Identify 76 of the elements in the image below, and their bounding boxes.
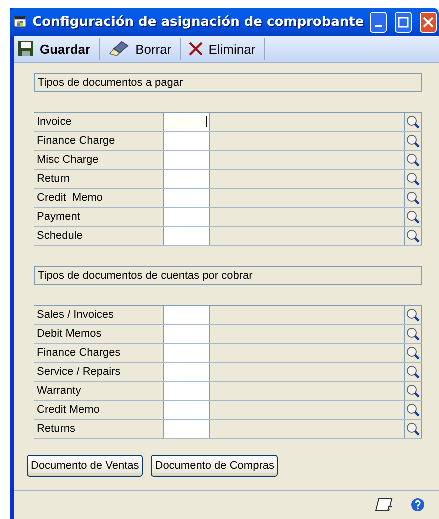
save-button[interactable]: Guardar xyxy=(16,38,100,60)
field-label: Misc Charge xyxy=(36,153,100,168)
search-icon xyxy=(406,172,420,186)
minimize-icon xyxy=(375,25,382,27)
input-field[interactable] xyxy=(163,113,210,131)
search-icon xyxy=(406,308,420,322)
lookup-button[interactable] xyxy=(405,208,422,226)
lookup-button[interactable] xyxy=(405,325,422,343)
window-title: Configuración de asignación de comprobante xyxy=(32,14,364,30)
search-icon xyxy=(406,228,420,244)
window-icon xyxy=(14,15,27,29)
search-icon xyxy=(406,190,420,206)
help-icon[interactable] xyxy=(411,498,425,512)
lookup-button[interactable] xyxy=(405,132,422,150)
field-label: Credit Memo xyxy=(36,403,101,418)
input-field[interactable] xyxy=(163,325,210,343)
input-field[interactable] xyxy=(163,170,210,188)
input-field[interactable] xyxy=(163,208,210,226)
text-cursor xyxy=(206,116,207,127)
search-icon xyxy=(406,422,420,436)
field-label: Finance Charge xyxy=(36,134,116,149)
delete-button[interactable]: Eliminar xyxy=(186,38,265,60)
search-icon xyxy=(406,402,420,418)
lookup-button[interactable] xyxy=(405,189,422,207)
lookup-button[interactable] xyxy=(405,151,422,169)
close-icon xyxy=(423,16,434,28)
field-label: Sales / Invoices xyxy=(36,308,116,323)
lookup-button[interactable] xyxy=(405,170,422,188)
field-label: Returns xyxy=(36,422,77,437)
input-field[interactable] xyxy=(163,189,210,207)
search-icon xyxy=(406,152,420,168)
search-icon xyxy=(406,114,420,130)
search-icon xyxy=(406,364,420,380)
maximize-icon xyxy=(398,16,410,28)
search-icon xyxy=(406,134,420,148)
field-label: Debit Memos xyxy=(36,327,103,342)
input-field[interactable] xyxy=(163,382,210,400)
field-label: Service / Repairs xyxy=(36,365,122,380)
lookup-button[interactable] xyxy=(405,382,422,400)
lookup-button[interactable] xyxy=(405,401,422,419)
field-label: Payment xyxy=(36,210,82,225)
search-icon xyxy=(406,384,420,398)
search-icon xyxy=(406,326,420,342)
field-label: Credit Memo xyxy=(36,191,104,206)
lookup-button[interactable] xyxy=(405,363,422,381)
input-field[interactable] xyxy=(163,151,210,169)
field-label: Warranty xyxy=(36,384,82,399)
document-button[interactable]: Documento de Compras xyxy=(151,455,278,477)
lookup-button[interactable] xyxy=(405,420,422,438)
lookup-button[interactable] xyxy=(405,227,422,245)
input-field[interactable] xyxy=(163,227,210,245)
eraser-icon xyxy=(108,41,130,57)
input-field[interactable] xyxy=(163,344,210,362)
lookup-button[interactable] xyxy=(405,113,422,131)
input-field[interactable] xyxy=(163,306,210,324)
section-title: Tipos de documentos de cuentas por cobrar xyxy=(34,266,422,285)
search-icon xyxy=(406,210,420,224)
input-field[interactable] xyxy=(163,363,210,381)
maximize-button[interactable] xyxy=(395,12,412,32)
field-label: Finance Charges xyxy=(36,346,122,361)
clear-button[interactable]: Borrar xyxy=(106,38,181,60)
document-button[interactable]: Documento de Ventas xyxy=(27,455,144,477)
field-label: Invoice xyxy=(36,115,73,130)
field-label: Schedule xyxy=(36,229,84,244)
input-field[interactable] xyxy=(163,420,210,438)
note-icon[interactable] xyxy=(375,498,393,512)
section-title: Tipos de documentos a pagar xyxy=(34,73,422,92)
close-button[interactable] xyxy=(420,12,437,32)
input-field[interactable] xyxy=(163,132,210,150)
lookup-button[interactable] xyxy=(405,344,422,362)
lookup-button[interactable] xyxy=(405,306,422,324)
minimize-button[interactable] xyxy=(370,12,388,32)
field-label: Return xyxy=(36,172,72,187)
delete-icon xyxy=(188,42,203,56)
search-icon xyxy=(406,346,420,360)
input-field[interactable] xyxy=(163,401,210,419)
